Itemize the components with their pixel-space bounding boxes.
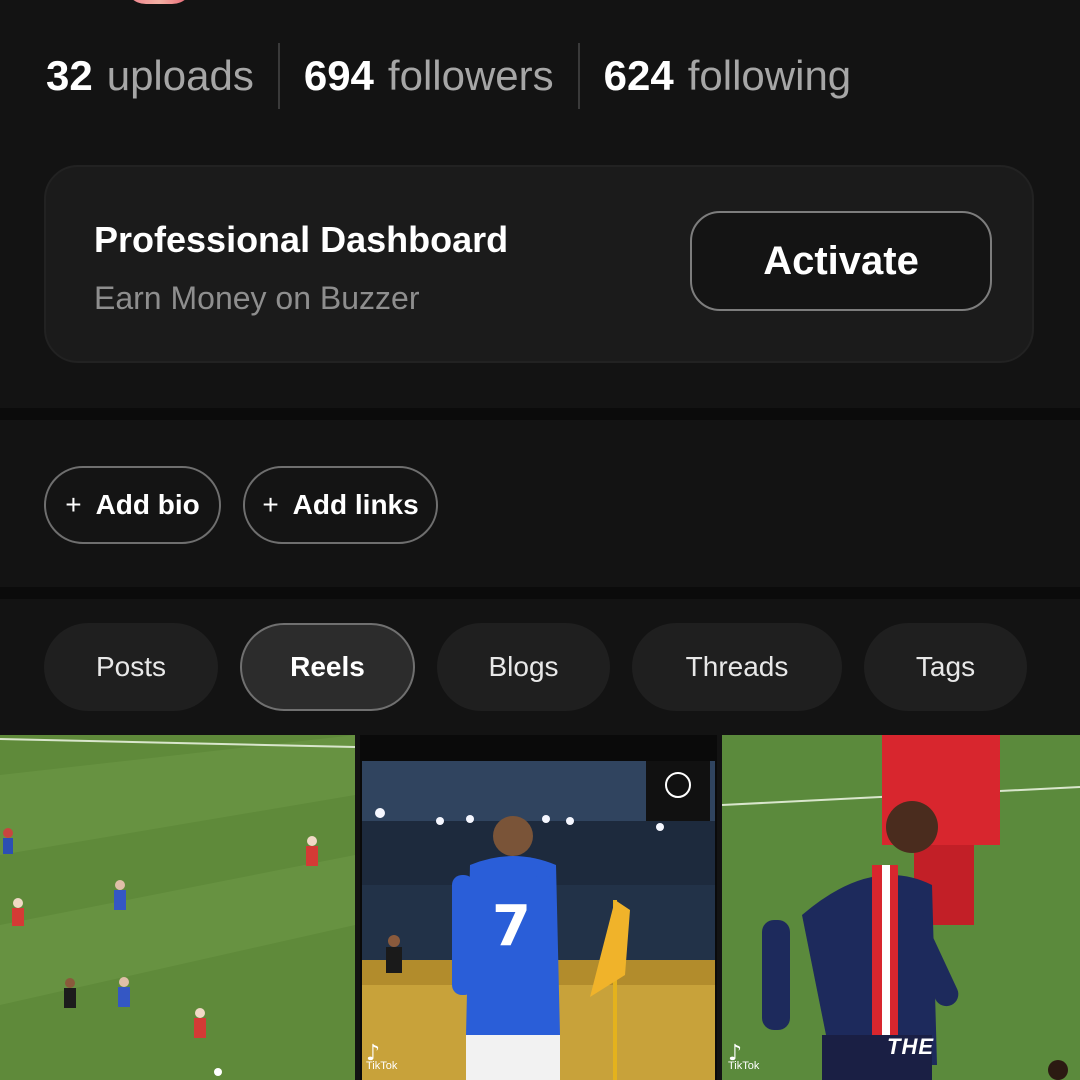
divider: [577, 43, 580, 109]
add-bio-label: Add bio: [95, 489, 200, 520]
uploads-count: 32: [46, 52, 93, 99]
section-divider: [0, 587, 1080, 599]
reel-3-image: [722, 735, 1080, 1080]
reel-thumbnail[interactable]: 7 ♪ TikTok: [360, 735, 717, 1080]
plus-icon: +: [65, 489, 82, 520]
add-links-button[interactable]: + Add links: [243, 466, 438, 544]
professional-dashboard-card: Professional Dashboard Earn Money on Buz…: [44, 165, 1034, 363]
divider: [277, 43, 280, 109]
uploads-label: uploads: [106, 52, 254, 99]
uploads-stat[interactable]: 32 uploads: [46, 52, 254, 100]
followers-stat[interactable]: 694 followers: [304, 52, 554, 100]
pro-card-subtitle: Earn Money on Buzzer: [94, 280, 420, 316]
tiktok-icon: ♪: [366, 1041, 381, 1066]
add-bio-button[interactable]: + Add bio: [44, 466, 221, 544]
tiktok-watermark: ♪ TikTok: [366, 1041, 398, 1073]
jersey-number: 7: [492, 894, 531, 959]
tab-blogs[interactable]: Blogs: [437, 623, 610, 711]
reel-1-image: [0, 735, 355, 1080]
reels-grid: 7 ♪ TikTok ♪ TikTok THE: [0, 735, 1080, 1080]
tab-tags[interactable]: Tags: [864, 623, 1027, 711]
profile-stats: 32 uploads 694 followers 624 following: [0, 40, 1080, 112]
reel-thumbnail[interactable]: ♪ TikTok THE: [722, 735, 1080, 1080]
reel-thumbnail[interactable]: [0, 735, 355, 1080]
plus-icon: +: [262, 489, 279, 520]
tab-threads[interactable]: Threads: [632, 623, 842, 711]
reel-caption: THE: [887, 1034, 934, 1059]
avatar[interactable]: [124, 0, 194, 4]
following-stat[interactable]: 624 following: [604, 52, 852, 100]
followers-count: 694: [303, 52, 374, 99]
reel-2-image: 7: [360, 735, 717, 1080]
followers-label: followers: [387, 52, 554, 99]
activate-button[interactable]: Activate: [690, 211, 992, 311]
section-divider: [0, 408, 1080, 420]
following-label: following: [687, 52, 852, 99]
pro-card-title: Professional Dashboard: [94, 219, 509, 260]
tiktok-watermark: ♪ TikTok: [728, 1041, 760, 1073]
tiktok-icon: ♪: [728, 1041, 743, 1066]
add-links-label: Add links: [292, 489, 419, 520]
tab-posts[interactable]: Posts: [44, 623, 218, 711]
following-count: 624: [603, 52, 674, 99]
tab-reels[interactable]: Reels: [240, 623, 415, 711]
